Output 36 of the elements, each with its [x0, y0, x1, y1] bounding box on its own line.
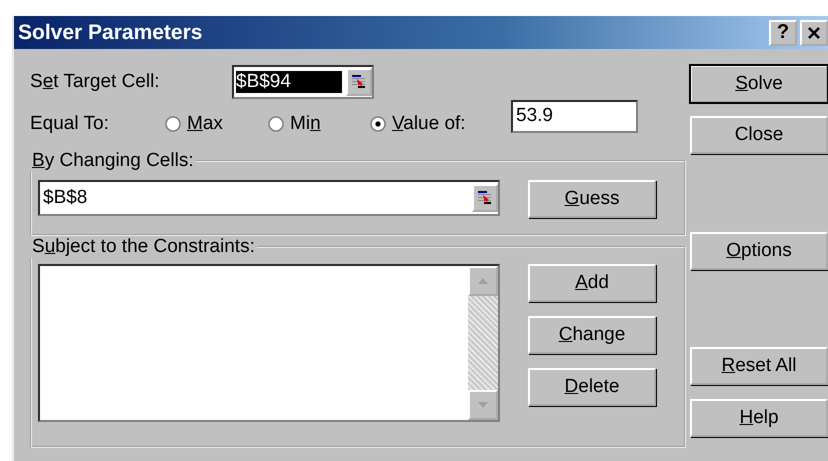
guess-button[interactable]: Guess [528, 180, 656, 218]
field-value: $B$94 [236, 71, 342, 93]
scroll-down-button[interactable] [468, 390, 498, 420]
field-label: Set Target Cell: [30, 71, 161, 93]
constraint-button[interactable]: Change [528, 316, 656, 354]
target-cell-field[interactable]: $B$94 [232, 65, 374, 99]
dialog-button[interactable]: Close [690, 116, 828, 154]
group-label: By Changing Cells: [31, 150, 195, 172]
close-icon [808, 26, 820, 38]
constraint-button[interactable]: Add [528, 264, 656, 302]
radio-button[interactable] [370, 116, 386, 132]
changing-cells-field[interactable]: $B$8 [38, 180, 500, 216]
field-label: Equal To: [30, 113, 110, 135]
radio-label: Min [290, 113, 321, 135]
collapse-dialog-icon [351, 74, 367, 90]
constraints-list[interactable] [38, 264, 500, 422]
window-title: Solver Parameters [18, 20, 202, 44]
radio-label: Value of: [392, 113, 466, 135]
constraint-button[interactable]: Delete [528, 368, 656, 406]
dialog-button[interactable]: Help [690, 399, 828, 437]
scroll-up-button[interactable] [468, 266, 498, 296]
dialog-button[interactable]: Reset All [690, 347, 828, 385]
close-button[interactable] [800, 20, 828, 46]
radio-button[interactable] [268, 116, 284, 132]
value-field[interactable]: 53.9 [511, 100, 638, 132]
group-label: Subject to the Constraints: [31, 236, 256, 258]
radio-label: Max [187, 113, 223, 135]
down-arrow-icon [478, 402, 488, 408]
radio-button[interactable] [165, 116, 181, 132]
dialog-button[interactable]: Solve [690, 65, 828, 103]
dialog-button[interactable]: Options [690, 232, 828, 270]
collapse-dialog-icon [477, 190, 493, 206]
collapse-dialog-button[interactable] [346, 68, 372, 96]
up-arrow-icon [478, 278, 488, 284]
help-button[interactable]: ? [769, 20, 797, 46]
collapse-dialog-button[interactable] [472, 184, 498, 212]
